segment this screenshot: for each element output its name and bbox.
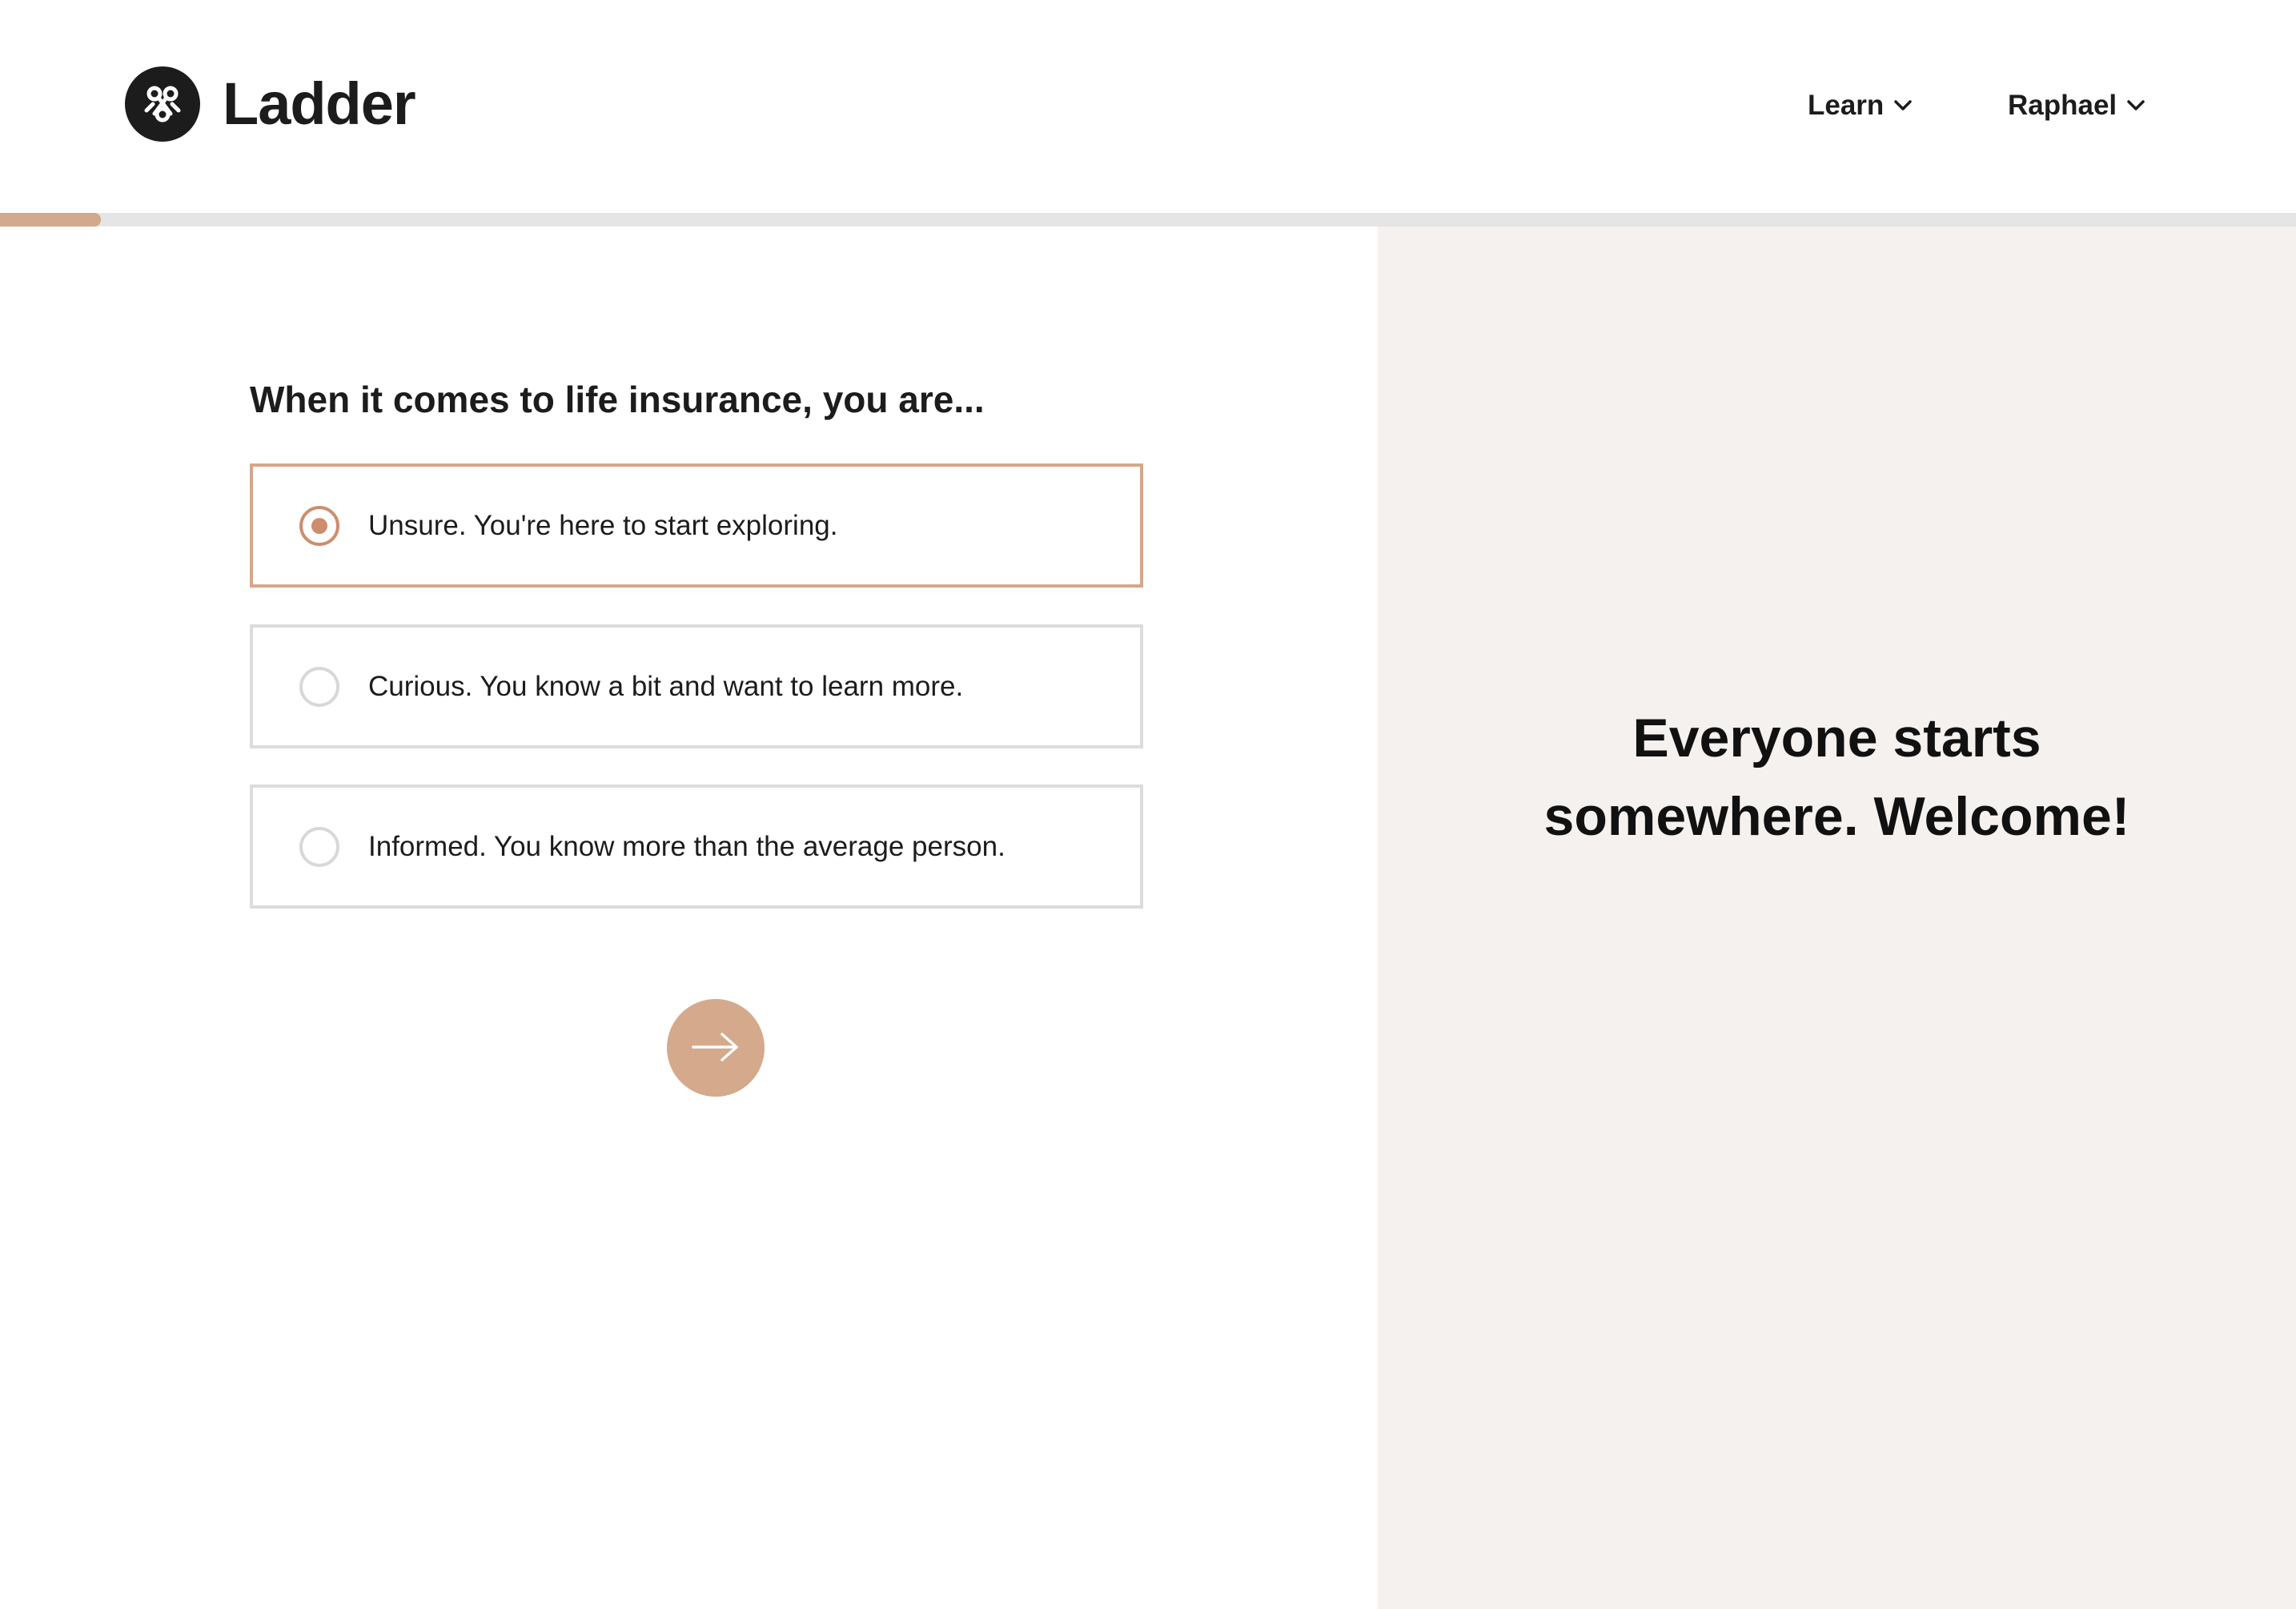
answer-option-label: Informed. You know more than the average… — [368, 830, 1006, 862]
brand-logo[interactable]: Ladder — [125, 66, 416, 142]
answer-option-label: Curious. You know a bit and want to lear… — [368, 670, 964, 702]
chevron-down-icon — [1893, 99, 1913, 112]
nav-user-label: Raphael — [2008, 90, 2117, 121]
info-side-panel: Everyone starts somewhere. Welcome! — [1378, 227, 2296, 1609]
answer-option-informed[interactable]: Informed. You know more than the average… — [250, 784, 1143, 909]
answer-option-unsure[interactable]: Unsure. You're here to start exploring. — [250, 463, 1143, 588]
progress-bar-fill — [0, 213, 102, 227]
nav-learn-menu[interactable]: Learn — [1808, 90, 1913, 122]
radio-button[interactable] — [299, 666, 339, 707]
arrow-right-icon — [690, 1031, 741, 1065]
progress-bar — [0, 213, 2296, 227]
top-header: Ladder Learn Raphael — [0, 0, 2296, 213]
radio-dot — [311, 517, 327, 534]
next-button[interactable] — [667, 999, 765, 1097]
nav-learn-label: Learn — [1808, 90, 1885, 121]
answer-option-curious[interactable]: Curious. You know a bit and want to lear… — [250, 624, 1143, 748]
nav-user-menu[interactable]: Raphael — [2008, 90, 2145, 122]
brand-name: Ladder — [223, 70, 416, 137]
radio-button[interactable] — [299, 826, 339, 867]
radio-button-selected[interactable] — [299, 505, 339, 546]
ladder-knot-icon — [125, 66, 200, 142]
welcome-message: Everyone starts somewhere. Welcome! — [1378, 699, 2296, 856]
question-title: When it comes to life insurance, you are… — [250, 379, 985, 420]
welcome-line-1: Everyone starts — [1632, 708, 2041, 768]
welcome-line-2: somewhere. Welcome! — [1543, 786, 2130, 847]
answer-option-label: Unsure. You're here to start exploring. — [368, 509, 838, 541]
chevron-down-icon — [2126, 99, 2145, 112]
